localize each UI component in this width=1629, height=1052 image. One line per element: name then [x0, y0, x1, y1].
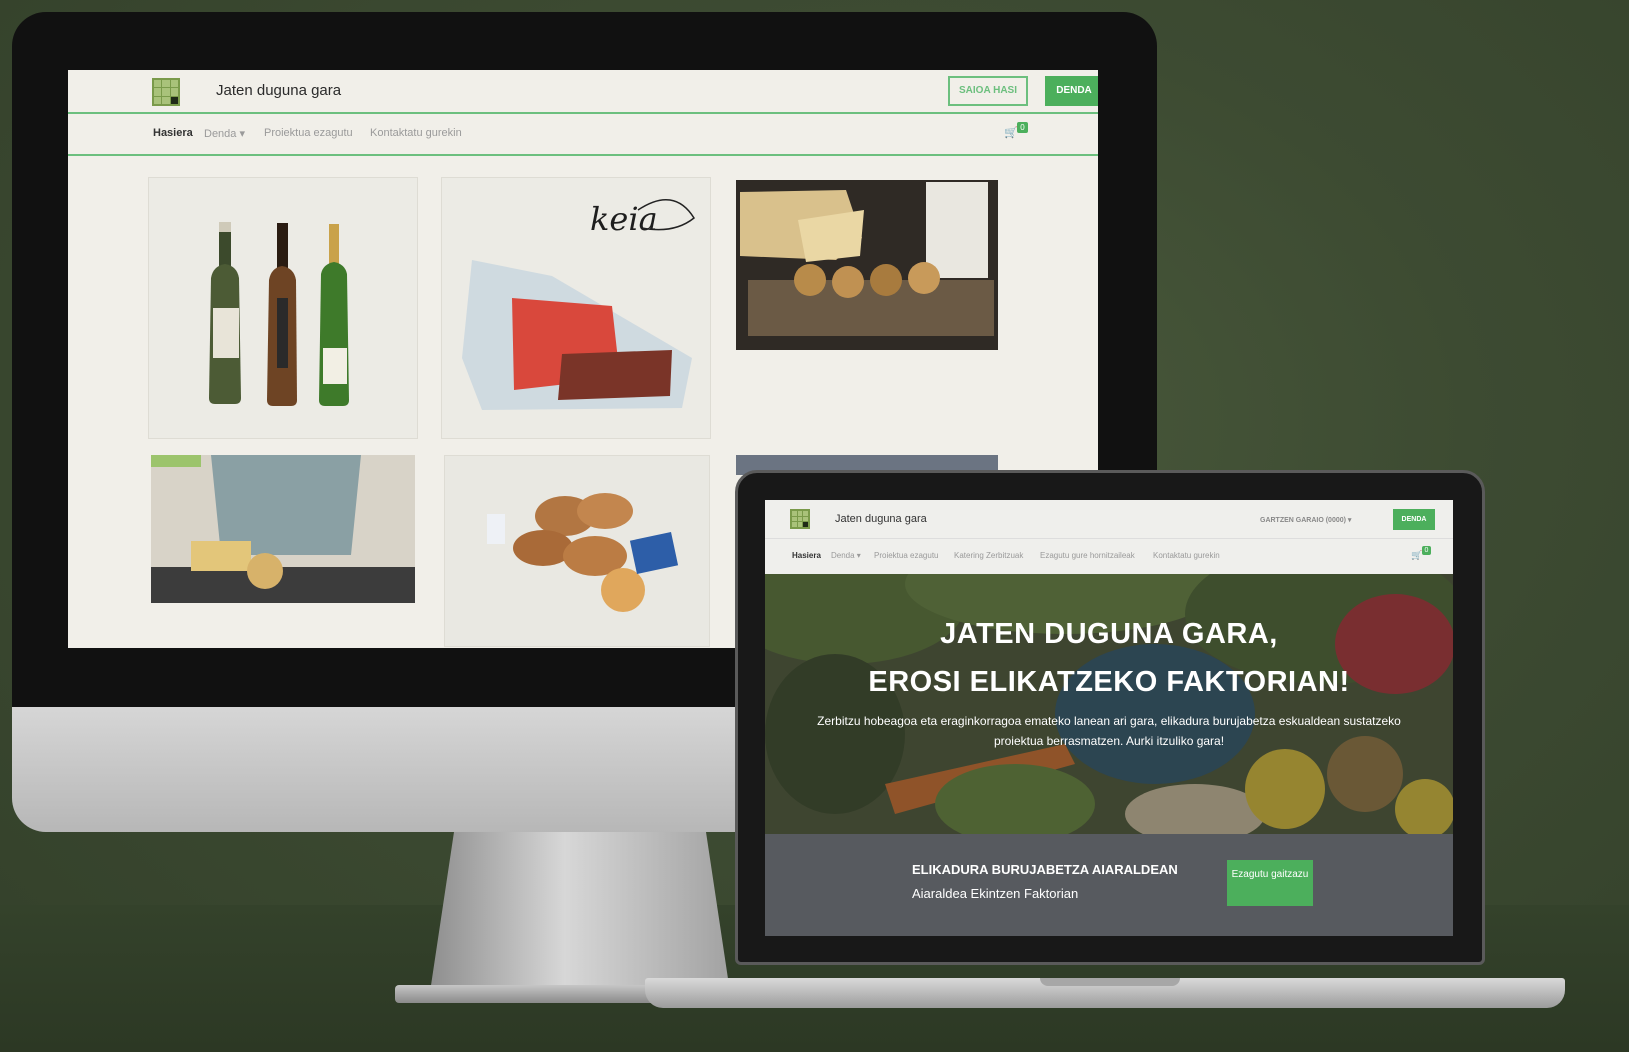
cart-count-badge: 0	[1017, 122, 1028, 133]
nav-item-contact[interactable]: Kontaktatu gurekin	[1153, 551, 1220, 560]
login-button[interactable]: SAIOA HASI	[948, 76, 1028, 106]
milk-glass	[926, 182, 988, 278]
shop-button[interactable]: DENDA	[1045, 76, 1098, 106]
laptop-nav: Hasiera Denda ▾ Proiektua ezagutu Kateri…	[765, 540, 1453, 574]
cart-icon[interactable]: 🛒	[1411, 550, 1422, 561]
nav-item-contact[interactable]: Kontaktatu gurekin	[370, 127, 462, 139]
nav-item-home[interactable]: Hasiera	[792, 551, 821, 560]
cart-count-badge: 0	[1422, 546, 1431, 555]
hero-subtitle: Zerbitzu hobeagoa eta eraginkorragoa ema…	[817, 714, 1401, 748]
user-menu-dropdown[interactable]: GARTZEN GARAIO (0000) ▾	[1260, 516, 1351, 524]
band-title: ELIKADURA BURUJABETZA AIARALDEAN	[912, 862, 1178, 877]
nav-item-project[interactable]: Proiektua ezagutu	[264, 127, 353, 139]
smoked-fillet	[558, 350, 672, 400]
wine-bottle-3	[319, 224, 349, 406]
nav-item-shop[interactable]: Denda ▾	[204, 127, 245, 140]
nav-item-suppliers[interactable]: Ezagutu gure hornitzaileak	[1040, 551, 1135, 560]
cart-icon[interactable]: 🛒	[1004, 126, 1018, 139]
wine-bottle-1	[209, 222, 241, 404]
desktop-nav: Hasiera Denda ▾ Proiektua ezagutu Kontak…	[68, 114, 1098, 156]
site-logo[interactable]	[152, 78, 180, 106]
fish-logo-outline	[637, 198, 695, 231]
hero-title-line1: JATEN DUGUNA GARA,	[940, 618, 1278, 650]
laptop-screen: Jaten duguna gara GARTZEN GARAIO (0000) …	[765, 500, 1453, 936]
wine-bottles-image[interactable]	[148, 177, 418, 439]
hero-overlay	[765, 574, 1453, 834]
chef-figure	[211, 455, 361, 555]
nav-item-shop[interactable]: Denda ▾	[831, 551, 861, 560]
blue-box	[629, 532, 679, 574]
tart	[601, 568, 645, 612]
band-subtitle: Aiaraldea Ekintzen Faktorian	[912, 886, 1079, 901]
laptop-notch	[1040, 978, 1180, 986]
keia-salmon-image[interactable]: keia	[441, 177, 711, 439]
cheese-round	[247, 553, 283, 589]
wine-bottle-2	[267, 223, 297, 406]
site-brand[interactable]: Jaten duguna gara	[835, 513, 927, 525]
counter	[151, 567, 415, 603]
hero-title-line2: EROSI ELIKATZEKO FAKTORIAN!	[868, 666, 1350, 698]
wooden-board	[748, 280, 994, 336]
green-accent	[151, 455, 201, 467]
desktop-header: Jaten duguna gara SAIOA HASI DENDA	[68, 70, 1098, 114]
pastries-image[interactable]	[444, 455, 710, 647]
chef-cutting-cheese-image[interactable]	[151, 455, 415, 603]
shop-button[interactable]: DENDA	[1393, 509, 1435, 530]
site-logo[interactable]	[790, 509, 810, 529]
laptop-header: Jaten duguna gara GARTZEN GARAIO (0000) …	[765, 500, 1453, 539]
about-band: ELIKADURA BURUJABETZA AIARALDEAN Aiarald…	[765, 834, 1453, 936]
about-us-button[interactable]: Ezagutu gaitzazu	[1227, 860, 1313, 906]
nav-item-home[interactable]: Hasiera	[153, 127, 193, 139]
cheese-block	[191, 541, 251, 571]
monitor-stand	[430, 832, 730, 992]
nav-item-project[interactable]: Proiektua ezagutu	[874, 551, 939, 560]
site-brand[interactable]: Jaten duguna gara	[216, 82, 341, 99]
cheese-and-bread-image[interactable]	[736, 180, 998, 350]
nav-item-catering[interactable]: Katering Zerbitzuak	[954, 551, 1023, 560]
milk-carton	[487, 514, 505, 544]
hero-banner: JATEN DUGUNA GARA, EROSI ELIKATZEKO FAKT…	[765, 574, 1453, 834]
